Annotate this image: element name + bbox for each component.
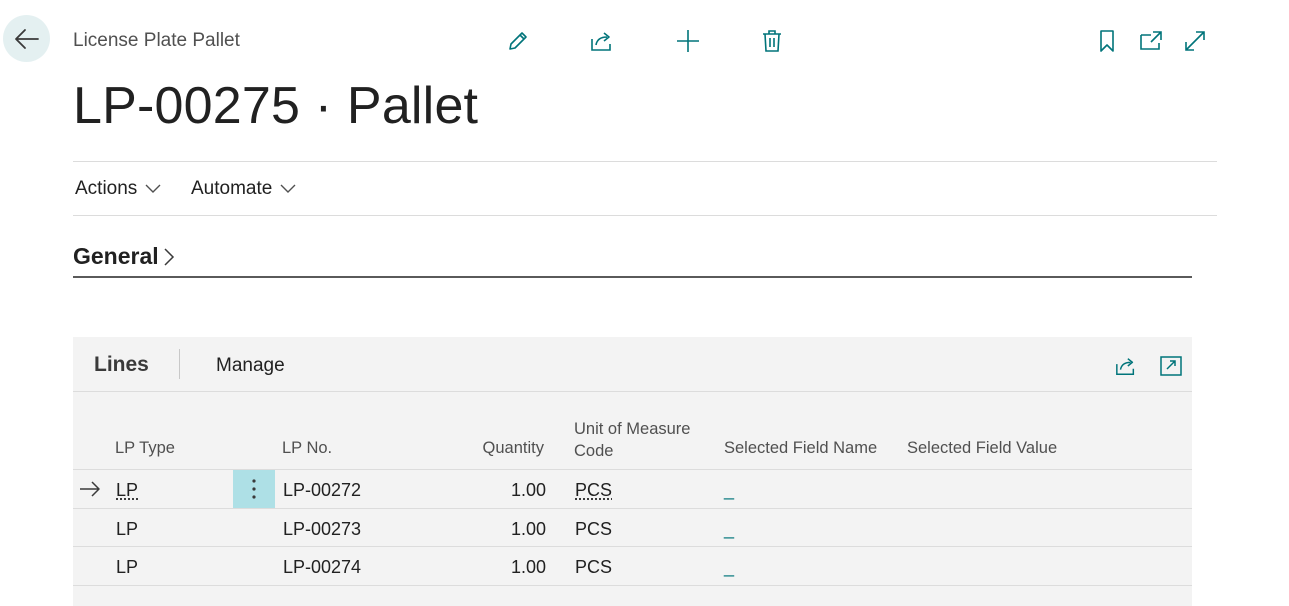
divider	[73, 508, 1192, 509]
selected-field-name-cell[interactable]: _	[724, 480, 734, 501]
plus-icon	[677, 30, 699, 52]
lp-type-cell[interactable]: LP	[116, 519, 138, 540]
expand-icon	[1185, 31, 1205, 51]
trash-icon	[763, 30, 781, 52]
divider	[73, 215, 1217, 216]
uom-cell[interactable]: PCS	[575, 480, 612, 501]
arrow-right-icon	[80, 481, 100, 497]
lines-tab[interactable]: Lines	[94, 353, 149, 377]
column-header-selected-field-name[interactable]: Selected Field Name	[724, 437, 877, 459]
selected-field-name-cell[interactable]: _	[724, 557, 734, 578]
general-section-title: General	[73, 243, 159, 269]
divider	[73, 391, 1192, 392]
lp-type-cell[interactable]: LP	[116, 480, 138, 501]
automate-menu[interactable]: Automate	[191, 178, 296, 200]
page-title: LP-00275 · Pallet	[73, 77, 479, 135]
row-actions-button[interactable]	[233, 470, 275, 508]
tab-separator	[179, 349, 180, 379]
lp-no-cell[interactable]: LP-00273	[283, 519, 361, 540]
lp-no-cell[interactable]: LP-00274	[283, 557, 361, 578]
lp-no-cell[interactable]: LP-00272	[283, 480, 361, 501]
bookmark-button[interactable]	[1092, 26, 1122, 56]
share-button[interactable]	[587, 26, 617, 56]
divider	[73, 546, 1192, 547]
chevron-down-icon	[280, 184, 296, 193]
manage-menu[interactable]: Manage	[216, 355, 285, 377]
chevron-right-icon	[164, 247, 174, 266]
arrow-left-icon	[14, 28, 39, 49]
uom-cell[interactable]: PCS	[575, 557, 612, 578]
lines-expand-button[interactable]	[1156, 351, 1186, 381]
open-new-window-button[interactable]	[1136, 26, 1166, 56]
uom-cell[interactable]: PCS	[575, 519, 612, 540]
quantity-cell[interactable]: 1.00	[466, 557, 546, 578]
expand-button[interactable]	[1180, 26, 1210, 56]
selected-field-name-cell[interactable]: _	[724, 519, 734, 540]
open-in-new-window-icon	[1140, 31, 1162, 50]
general-section-toggle[interactable]: General	[73, 243, 175, 270]
edit-button[interactable]	[503, 26, 533, 56]
actions-menu-label: Actions	[75, 178, 138, 199]
more-vertical-icon	[252, 479, 256, 499]
share-icon	[591, 32, 611, 51]
column-header-uom[interactable]: Unit of Measure Code	[574, 418, 690, 462]
pencil-icon	[509, 32, 527, 50]
actions-menu[interactable]: Actions	[75, 178, 161, 200]
new-button[interactable]	[673, 26, 703, 56]
lines-share-button[interactable]	[1111, 351, 1141, 381]
breadcrumb: License Plate Pallet	[73, 30, 240, 51]
column-header-uom-line1: Unit of Measure	[574, 420, 691, 438]
quantity-cell[interactable]: 1.00	[466, 519, 546, 540]
column-header-selected-field-value[interactable]: Selected Field Value	[907, 437, 1057, 459]
automate-menu-label: Automate	[191, 178, 273, 199]
quantity-cell[interactable]: 1.00	[466, 480, 546, 501]
column-header-quantity[interactable]: Quantity	[464, 437, 544, 459]
divider	[73, 585, 1192, 586]
collapse-expand-icon	[1160, 356, 1182, 376]
divider	[73, 161, 1217, 162]
delete-button[interactable]	[757, 26, 787, 56]
chevron-down-icon	[145, 184, 161, 193]
section-underline	[73, 276, 1192, 278]
column-header-lp-no[interactable]: LP No.	[282, 437, 332, 459]
lp-type-cell[interactable]: LP	[116, 557, 138, 578]
column-header-lp-type[interactable]: LP Type	[115, 437, 175, 459]
column-header-uom-line2: Code	[574, 442, 614, 460]
bookmark-icon	[1100, 30, 1114, 52]
share-icon	[1116, 358, 1135, 375]
back-button[interactable]	[3, 15, 50, 62]
